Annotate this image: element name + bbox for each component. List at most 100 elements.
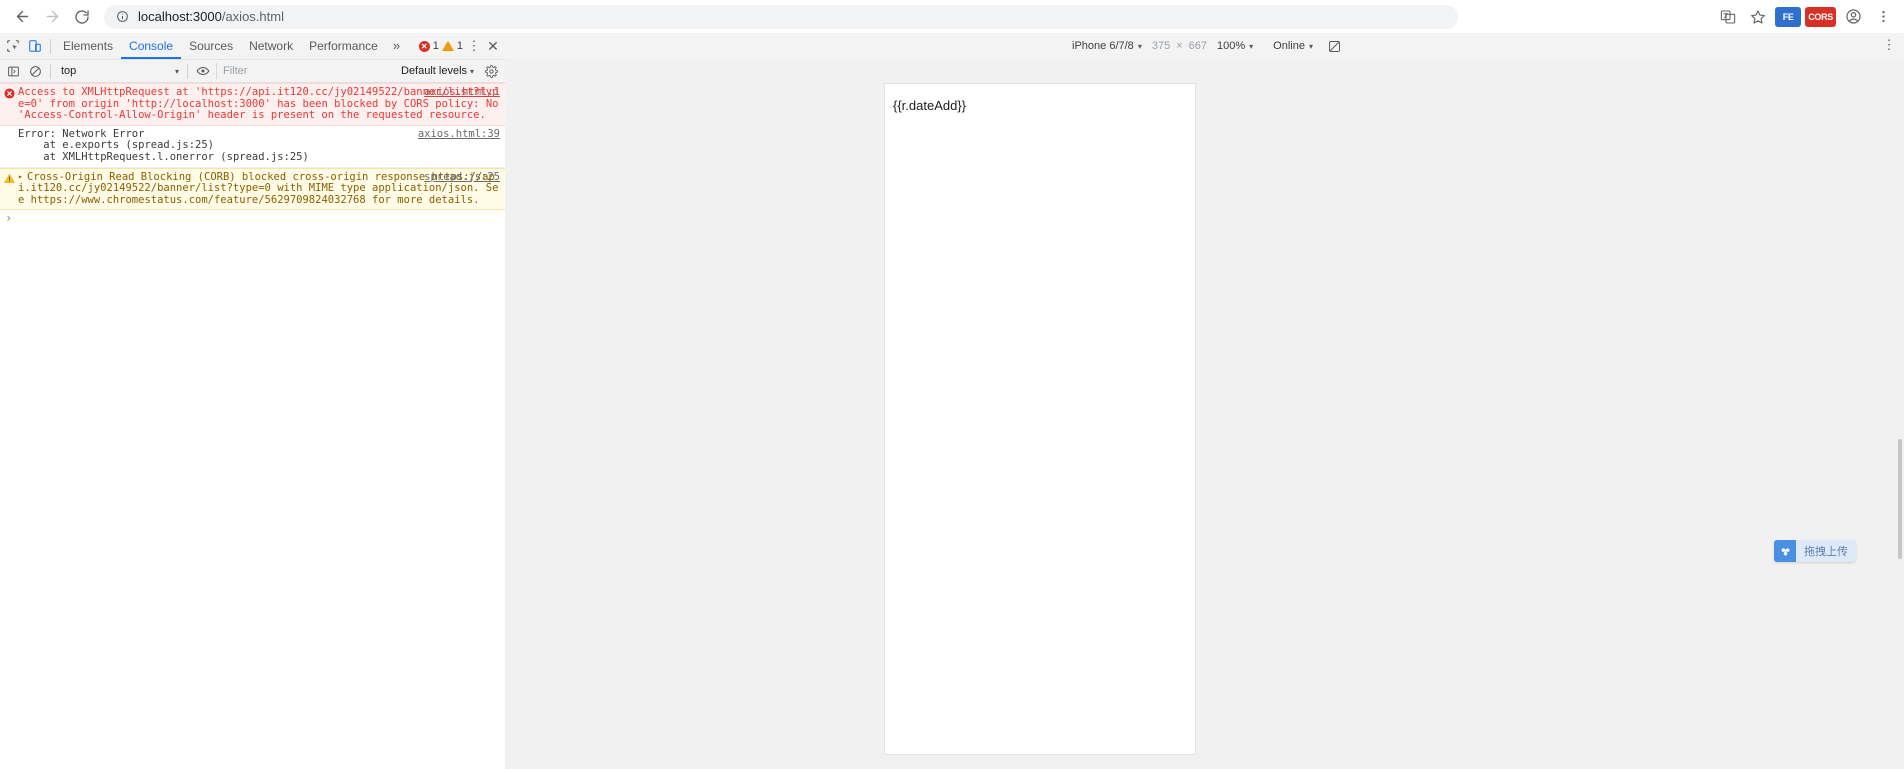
console-message-source-2[interactable]: spread.js:25 <box>424 171 500 184</box>
console-message-list[interactable]: Access to XMLHttpRequest at 'https://api… <box>0 83 505 769</box>
console-text-2-0: Cross-Origin Read Blocking (CORB) blocke… <box>27 170 432 183</box>
back-button[interactable] <box>8 3 36 31</box>
forward-button[interactable] <box>38 3 66 31</box>
error-count: 1 <box>432 40 439 52</box>
address-bar[interactable]: localhost:3000/axios.html <box>104 4 1458 29</box>
live-expression-button[interactable] <box>192 60 214 82</box>
translate-button[interactable] <box>1715 4 1741 30</box>
execution-context-value: top <box>61 65 77 77</box>
console-text-1-4: ) <box>302 150 309 163</box>
page-body-text: {{r.dateAdd}} <box>893 98 967 113</box>
gear-icon <box>484 64 498 78</box>
device-toolbar-menu-button[interactable]: ⋮ <box>1880 37 1898 53</box>
chevron-down-icon-network: ▾ <box>1308 41 1313 51</box>
console-message-source-0[interactable]: axios.html:1 <box>424 86 500 99</box>
console-text-2-4: for more details. <box>365 193 480 206</box>
viewport-height[interactable]: 667 <box>1189 40 1207 52</box>
kebab-menu-icon <box>1881 11 1885 22</box>
device-mode-controls: iPhone 6/7/8 ▾ 375 × 667 100% ▾ Online ▾ <box>1062 36 1347 56</box>
extension-cors[interactable]: CORS <box>1805 6 1836 27</box>
execution-context-select[interactable]: top ▾ <box>55 65 183 77</box>
warning-icon <box>3 173 15 185</box>
toolbar-divider-2 <box>50 63 51 79</box>
console-message-plain[interactable]: Error: Network Error at e.exports (sprea… <box>0 125 505 168</box>
rotate-button[interactable] <box>1323 36 1347 56</box>
device-viewport-frame[interactable]: {{r.dateAdd}} <box>885 84 1195 754</box>
zoom-select[interactable]: 100% ▾ <box>1207 40 1263 52</box>
error-counter[interactable]: ✕ 1 <box>418 40 439 52</box>
zoom-value: 100% <box>1216 40 1246 52</box>
page-scrollbar[interactable] <box>1897 59 1903 769</box>
more-tabs-button[interactable]: » <box>386 33 407 59</box>
tab-elements[interactable]: Elements <box>55 33 121 59</box>
network-throttle-value: Online <box>1273 40 1305 52</box>
warning-counter[interactable]: 1 <box>441 40 463 52</box>
console-settings-button[interactable] <box>479 64 503 78</box>
console-message-error[interactable]: Access to XMLHttpRequest at 'https://api… <box>0 83 505 126</box>
tab-sources[interactable]: Sources <box>181 33 241 59</box>
chevron-down-icon-2: ▾ <box>470 66 475 76</box>
console-link-0-3[interactable]: http://localhost:3000 <box>132 98 265 110</box>
device-mode-toolbar: iPhone 6/7/8 ▾ 375 × 667 100% ▾ Online ▾… <box>505 33 1904 60</box>
devtools-menu-button[interactable]: ⋮ <box>465 33 483 59</box>
page-scrollbar-thumb[interactable] <box>1898 439 1902 559</box>
console-link-2-3[interactable]: https://www.chromestatus.com/feature/562… <box>31 194 366 206</box>
viewport-stage: {{r.dateAdd}} 拖拽上传 <box>505 59 1904 769</box>
log-levels-select[interactable]: Default levels ▾ <box>397 65 478 77</box>
error-icon <box>3 88 15 100</box>
inspect-element-button[interactable] <box>2 35 24 57</box>
drag-upload-widget[interactable]: 拖拽上传 <box>1774 540 1856 562</box>
toggle-device-toolbar-button[interactable] <box>24 35 46 57</box>
error-badge-icon: ✕ <box>418 40 430 52</box>
forward-arrow-icon <box>46 10 58 23</box>
eye-icon <box>196 66 210 76</box>
warning-badge-icon <box>441 41 454 51</box>
bookmark-button[interactable] <box>1745 4 1771 30</box>
console-message-warning[interactable]: ▸ Cross-Origin Read Blocking (CORB) block… <box>0 167 505 211</box>
chevron-down-icon-zoom: ▾ <box>1249 41 1254 51</box>
navigation-buttons <box>0 3 96 31</box>
warning-count: 1 <box>456 40 463 52</box>
devtools-close-button[interactable]: ✕ <box>483 33 503 59</box>
device-select[interactable]: iPhone 6/7/8 ▾ <box>1062 40 1152 52</box>
expand-arrow-icon[interactable]: ▸ <box>18 171 27 183</box>
tab-performance[interactable]: Performance <box>301 33 386 59</box>
tab-console[interactable]: Console <box>121 33 181 59</box>
console-sidebar-toggle-button[interactable] <box>2 60 24 82</box>
sidebar-panel-icon <box>7 66 19 76</box>
profile-avatar-icon <box>1845 9 1861 24</box>
back-arrow-icon <box>16 10 28 23</box>
reload-icon <box>75 9 89 24</box>
console-filter-input[interactable]: Filter <box>216 63 397 79</box>
console-text-0-2: ' from origin ' <box>36 97 132 110</box>
device-name: iPhone 6/7/8 <box>1072 40 1134 52</box>
devtools-panel: Elements Console Sources Network Perform… <box>0 33 506 769</box>
console-text-0-0: Access to XMLHttpRequest at ' <box>18 86 202 98</box>
cursor-select-icon <box>7 40 19 52</box>
devtools-tabbar: Elements Console Sources Network Perform… <box>0 33 505 60</box>
toolbar-divider <box>50 38 51 54</box>
extension-fe[interactable]: FE <box>1775 6 1802 27</box>
console-link-1-1[interactable]: spread.js:25 <box>132 139 208 152</box>
device-toolbar-icon <box>29 40 41 52</box>
star-icon <box>1751 9 1766 24</box>
issue-counters: ✕ 1 1 <box>418 40 465 52</box>
browser-toolbar-right: FE CORS <box>1715 4 1904 30</box>
browser-window: localhost:3000/axios.html FE CORS Elemen… <box>0 0 1904 769</box>
console-link-1-3[interactable]: spread.js:25 <box>227 151 303 163</box>
reload-button[interactable] <box>68 3 96 31</box>
rotate-icon <box>1329 40 1341 52</box>
profile-button[interactable] <box>1840 4 1866 30</box>
console-message-source-1[interactable]: axios.html:39 <box>418 128 500 141</box>
viewport-width[interactable]: 375 <box>1152 40 1170 52</box>
clear-console-icon <box>29 65 41 77</box>
site-information-icon[interactable] <box>116 10 129 23</box>
clear-console-button[interactable] <box>24 60 46 82</box>
console-prompt[interactable] <box>0 210 505 225</box>
tab-network[interactable]: Network <box>241 33 301 59</box>
console-text-1-0: Error: Network Error at e.exports ( <box>18 127 145 152</box>
console-toolbar: top ▾ Filter Default levels ▾ <box>0 60 505 83</box>
throttling-select[interactable]: Online ▾ <box>1263 40 1323 52</box>
browser-toolbar: localhost:3000/axios.html FE CORS <box>0 0 1904 34</box>
chrome-menu-button[interactable] <box>1870 4 1896 30</box>
